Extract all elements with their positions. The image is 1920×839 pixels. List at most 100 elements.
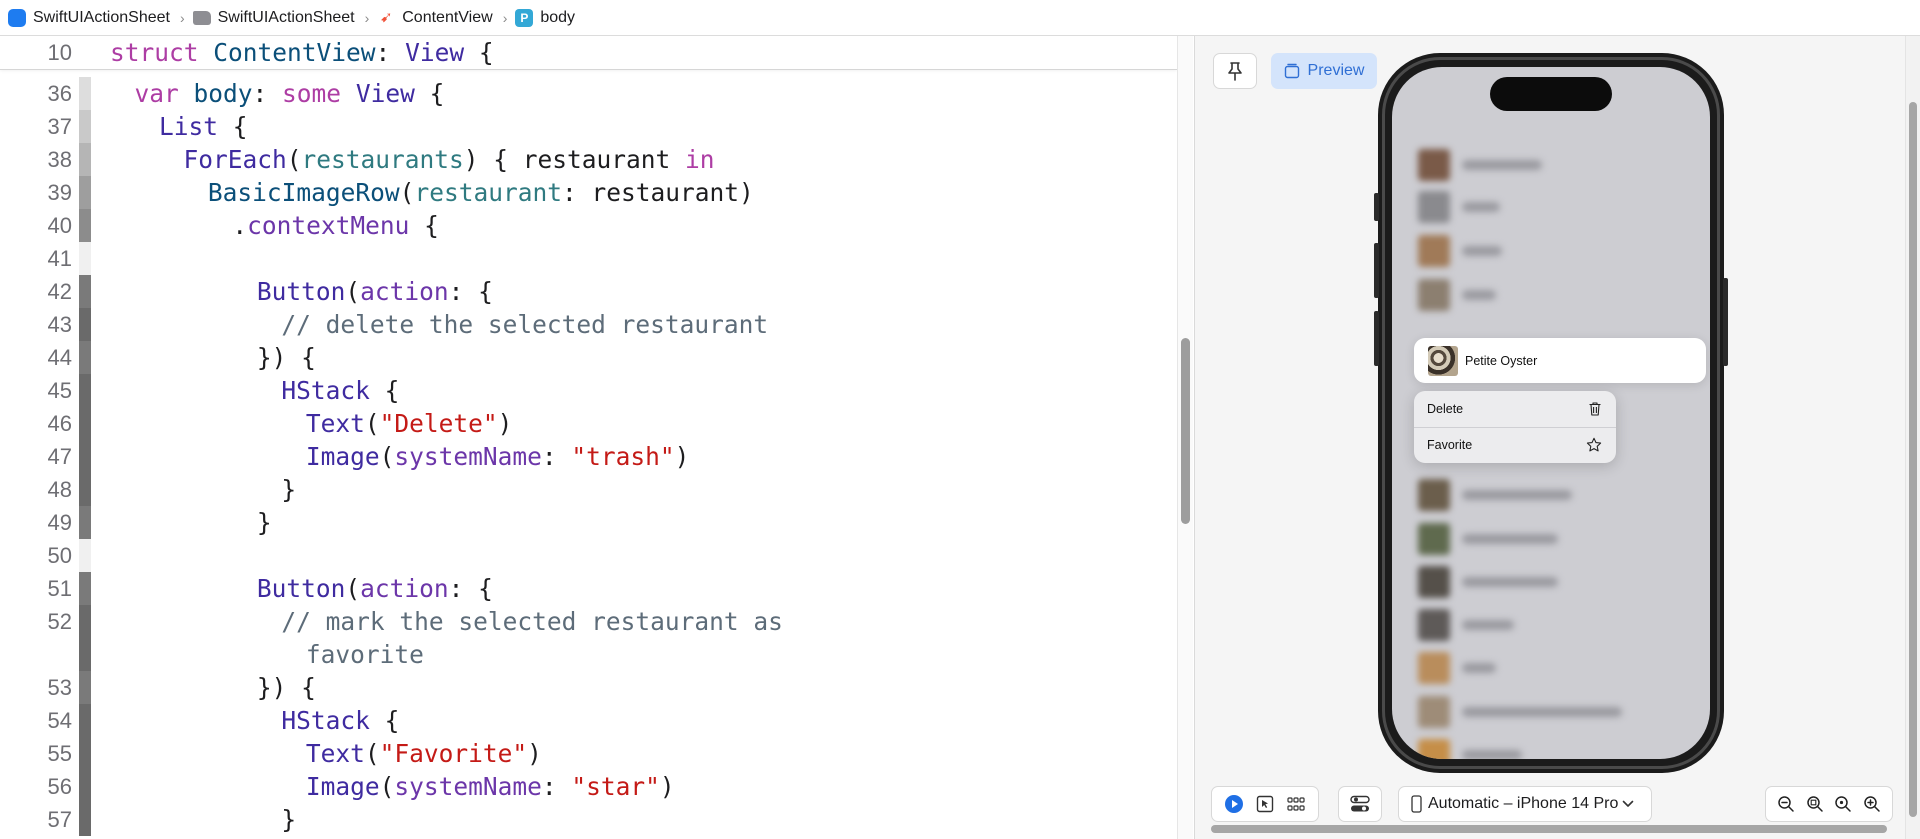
code-line[interactable]: 51 Button(action: {	[0, 572, 1160, 605]
list-item-text	[1462, 534, 1558, 544]
zoom-in-icon[interactable]	[1860, 792, 1884, 816]
fold-ribbon[interactable]	[79, 242, 91, 275]
line-number: 44	[47, 345, 72, 370]
fold-ribbon[interactable]	[79, 77, 91, 110]
line-number: 51	[47, 576, 72, 601]
list-item-thumbnail	[1418, 479, 1450, 511]
fold-ribbon[interactable]	[79, 440, 91, 473]
fold-ribbon[interactable]	[79, 176, 91, 209]
code-line[interactable]: 50	[0, 539, 1160, 572]
code-token: (	[364, 739, 380, 768]
code-token: HStack	[281, 376, 370, 405]
breadcrumb-item[interactable]: SwiftUIActionSheet	[192, 9, 355, 27]
fold-ribbon[interactable]	[79, 572, 91, 605]
variants-grid-icon[interactable]	[1284, 792, 1308, 816]
code-line[interactable]: 45 HStack {	[0, 374, 1160, 407]
code-editor[interactable]: 10 struct ContentView: View { 36 var body:…	[0, 36, 1177, 839]
iphone-icon	[1411, 795, 1422, 813]
fold-ribbon[interactable]	[79, 341, 91, 374]
fold-ribbon[interactable]	[79, 407, 91, 440]
code-line[interactable]: 53}) {	[0, 671, 1160, 704]
code-line[interactable]: 48}	[0, 473, 1160, 506]
code-line[interactable]: 47 Image(systemName: "trash")	[0, 440, 1160, 473]
code-line[interactable]: 49}	[0, 506, 1160, 539]
code-line[interactable]: 56 Image(systemName: "star")	[0, 770, 1160, 803]
focused-restaurant-row[interactable]: Petite Oyster	[1414, 338, 1706, 383]
selectable-mode-icon[interactable]	[1253, 792, 1277, 816]
fold-ribbon[interactable]	[79, 110, 91, 143]
sticky-scope-header[interactable]: 10 struct ContentView: View {	[0, 36, 1177, 70]
code-token: restaurant	[414, 178, 562, 207]
fold-ribbon[interactable]	[79, 605, 91, 638]
context-menu-favorite[interactable]: Favorite	[1414, 427, 1616, 463]
code-token: action	[360, 277, 449, 306]
canvas-settings-button[interactable]	[1338, 786, 1382, 822]
code-token: "star"	[571, 772, 660, 801]
code-line[interactable]: 44}) {	[0, 341, 1160, 374]
code-token: (	[364, 409, 380, 438]
breadcrumb-item[interactable]: SwiftUIActionSheet	[8, 8, 170, 27]
code-text: Button(action: {	[257, 275, 493, 308]
code-line[interactable]: 55 Text("Favorite")	[0, 737, 1160, 770]
list-item-text	[1462, 707, 1622, 717]
code-text: }) {	[257, 671, 316, 704]
context-menu-delete[interactable]: Delete	[1414, 391, 1616, 427]
fold-ribbon[interactable]	[79, 275, 91, 308]
pin-preview-button[interactable]	[1213, 53, 1257, 89]
code-line[interactable]: 37 List {	[0, 110, 1160, 143]
line-number: 47	[47, 444, 72, 469]
fold-ribbon[interactable]	[79, 473, 91, 506]
zoom-actual-size-icon[interactable]	[1831, 792, 1855, 816]
code-text: Button(action: {	[257, 572, 493, 605]
zoom-to-fit-icon[interactable]	[1803, 792, 1827, 816]
fold-ribbon[interactable]	[79, 638, 91, 671]
phone-screen[interactable]: Petite Oyster Delete Favorite	[1392, 67, 1710, 759]
fold-ribbon[interactable]	[79, 803, 91, 836]
code-line[interactable]: 52 // mark the selected restaurant as	[0, 605, 1160, 638]
fold-ribbon[interactable]	[79, 506, 91, 539]
line-number: 38	[47, 147, 72, 172]
code-line[interactable]: favorite	[0, 638, 1160, 671]
code-line[interactable]: 41	[0, 242, 1160, 275]
code-token: {	[217, 112, 248, 141]
live-mode-icon[interactable]	[1222, 792, 1246, 816]
code-line[interactable]: 40 .contextMenu {	[0, 209, 1160, 242]
fold-ribbon[interactable]	[79, 209, 91, 242]
context-menu[interactable]: Delete Favorite	[1414, 391, 1616, 463]
code-token: )	[497, 409, 513, 438]
code-token: some	[282, 79, 342, 108]
fold-ribbon[interactable]	[79, 671, 91, 704]
volume-up-button	[1374, 243, 1379, 298]
code-line[interactable]: 54 HStack {	[0, 704, 1160, 737]
code-line[interactable]: 46 Text("Delete")	[0, 407, 1160, 440]
code-line[interactable]: 42 Button(action: {	[0, 275, 1160, 308]
trash-icon	[1589, 402, 1601, 416]
code-line[interactable]: 39 BasicImageRow(restaurant: restaurant)	[0, 176, 1160, 209]
fold-ribbon[interactable]	[79, 539, 91, 572]
fold-ribbon[interactable]	[79, 770, 91, 803]
xcode-app-icon	[8, 8, 26, 27]
preview-vertical-scroll-thumb[interactable]	[1909, 102, 1917, 817]
breadcrumb-item[interactable]: Pbody	[515, 8, 575, 27]
fold-ribbon[interactable]	[79, 143, 91, 176]
fold-ribbon[interactable]	[79, 704, 91, 737]
fold-ribbon[interactable]	[79, 308, 91, 341]
preview-horizontal-scroll-thumb[interactable]	[1211, 825, 1887, 833]
line-number: 56	[47, 774, 72, 799]
code-token: ) { restaurant	[463, 145, 685, 174]
device-picker[interactable]: Automatic – iPhone 14 Pro	[1398, 786, 1652, 822]
editor-scroll-thumb[interactable]	[1181, 338, 1190, 524]
breadcrumb-label: ContentView	[402, 8, 493, 26]
code-token: }	[256, 508, 272, 537]
code-token: {	[369, 706, 400, 735]
code-line[interactable]: 57}	[0, 803, 1160, 836]
zoom-out-icon[interactable]	[1774, 792, 1798, 816]
code-line[interactable]: 43 // delete the selected restaurant	[0, 308, 1160, 341]
fold-ribbon[interactable]	[79, 737, 91, 770]
breadcrumb-label: SwiftUIActionSheet	[33, 8, 170, 26]
code-line[interactable]: 36 var body: some View {	[0, 77, 1160, 110]
breadcrumb-item[interactable]: ➹ ContentView	[377, 8, 493, 27]
code-line[interactable]: 38 ForEach(restaurants) { restaurant in	[0, 143, 1160, 176]
preview-mode-button[interactable]: Preview	[1271, 53, 1377, 89]
fold-ribbon[interactable]	[79, 374, 91, 407]
